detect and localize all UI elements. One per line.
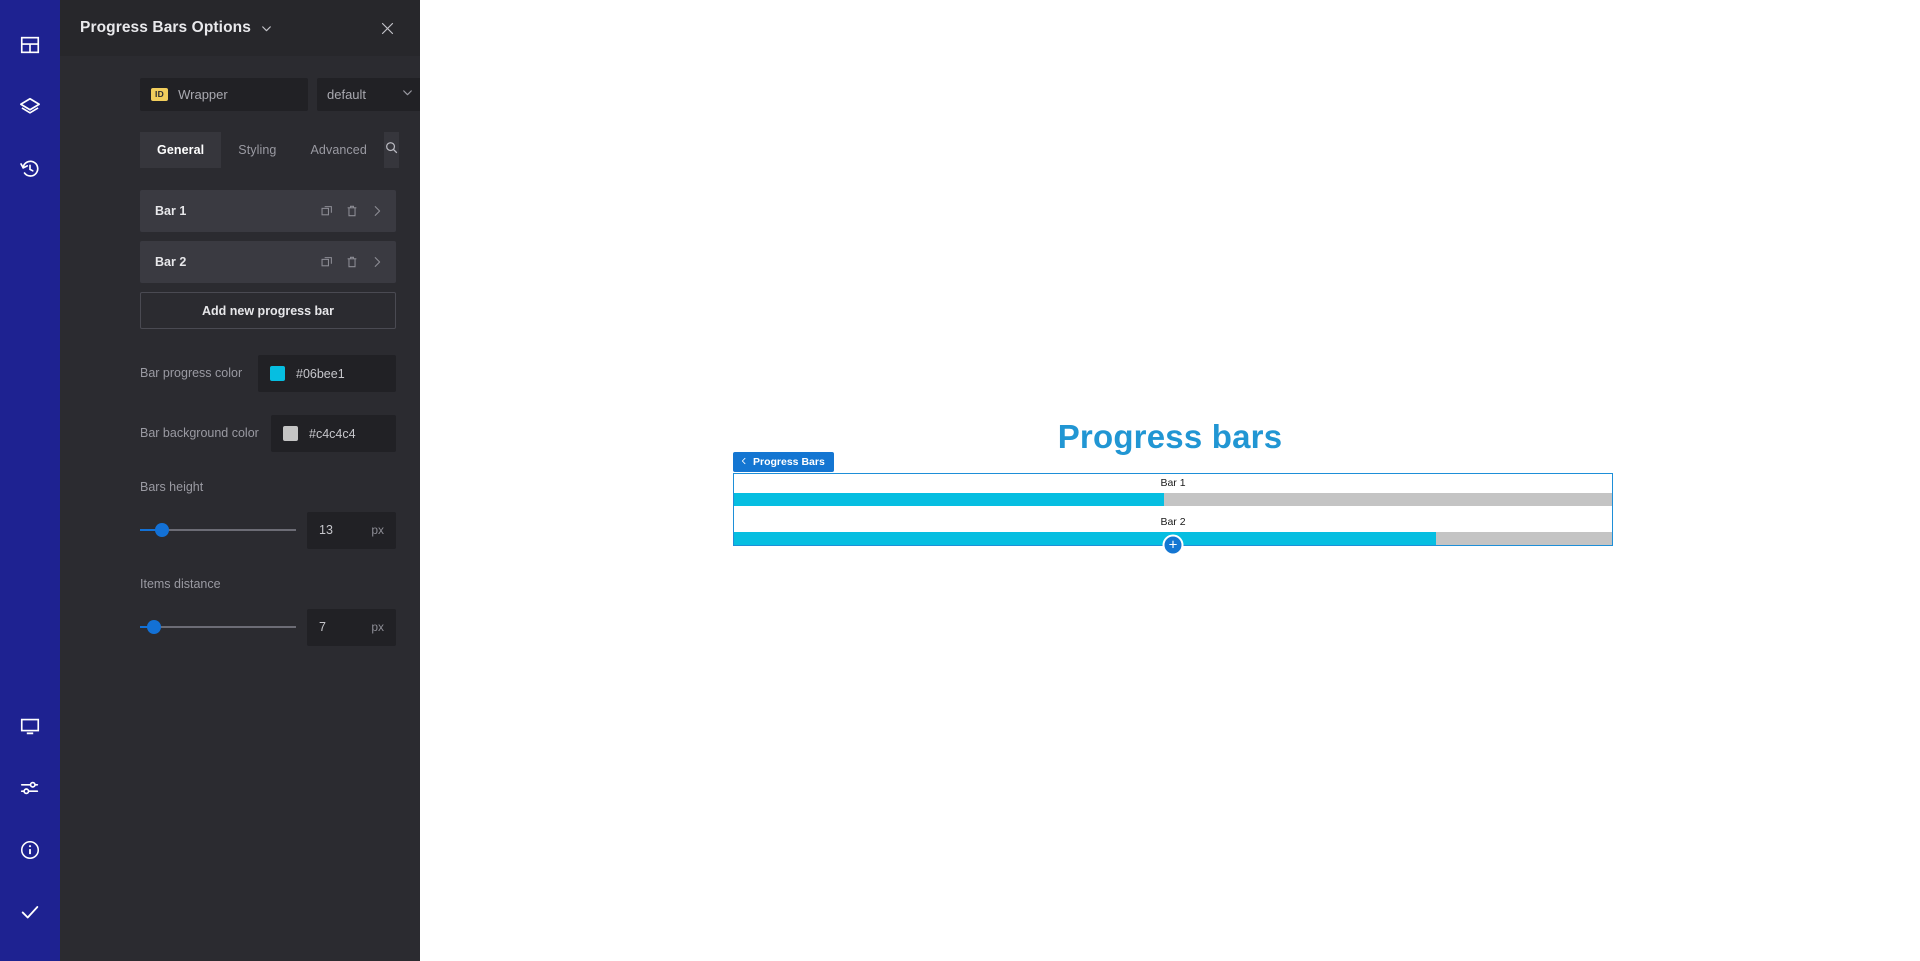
history-icon xyxy=(19,158,41,180)
progress-bar-fill xyxy=(734,532,1437,545)
duplicate-icon[interactable] xyxy=(320,255,334,269)
items-distance-slider[interactable] xyxy=(140,617,296,637)
bars-height-block: Bars height 13 px xyxy=(140,479,396,549)
tab-styling[interactable]: Styling xyxy=(221,132,293,168)
rail-item-apply[interactable] xyxy=(0,881,60,943)
bar-background-color-value: #c4c4c4 xyxy=(309,426,356,441)
identifier-row: ID Wrapper default xyxy=(60,56,420,111)
add-progress-bar-button[interactable]: Add new progress bar xyxy=(140,292,396,329)
bar-progress-color-field[interactable]: #06bee1 xyxy=(258,355,396,392)
progress-bar-group: Bar 2 + xyxy=(734,513,1612,556)
bar-background-color-field[interactable]: #c4c4c4 xyxy=(271,415,396,452)
check-icon xyxy=(19,901,41,923)
id-badge: ID xyxy=(151,88,169,101)
search-button[interactable] xyxy=(383,132,399,168)
element-id-field[interactable]: ID Wrapper xyxy=(140,78,308,111)
progress-bar-group: Bar 1 xyxy=(734,474,1612,506)
tab-styling-label: Styling xyxy=(238,143,277,157)
list-item-label: Bar 2 xyxy=(155,255,187,269)
bars-height-unit: px xyxy=(371,523,384,538)
bars-height-label: Bars height xyxy=(140,480,204,494)
bar-background-color-label: Bar background color xyxy=(140,426,259,441)
bars-height-value: 13 xyxy=(319,523,333,538)
chevron-down-icon[interactable] xyxy=(260,22,273,35)
rail-item-history[interactable] xyxy=(0,138,60,200)
bar-background-color-row: Bar background color #c4c4c4 xyxy=(140,415,396,452)
delete-icon[interactable] xyxy=(345,255,359,269)
panel-tabs: General Styling Advanced xyxy=(140,132,399,168)
panel-body: ID Wrapper default General Styling Advan… xyxy=(60,56,420,961)
duplicate-icon[interactable] xyxy=(320,204,334,218)
items-distance-value: 7 xyxy=(319,620,326,635)
selected-element-badge-label: Progress Bars xyxy=(753,456,825,468)
items-distance-unit: px xyxy=(371,620,384,635)
rail-item-responsive[interactable] xyxy=(0,695,60,757)
rail-bottom-group xyxy=(0,695,60,961)
items-distance-input[interactable]: 7 px xyxy=(307,608,396,646)
delete-icon[interactable] xyxy=(345,204,359,218)
progress-bar-items-list: Bar 1 Bar 2 xyxy=(140,190,396,283)
page-title: Progress Bars Options xyxy=(80,19,251,36)
bar-progress-color-value: #06bee1 xyxy=(296,366,345,381)
rail-item-info[interactable] xyxy=(0,819,60,881)
chevron-right-icon[interactable] xyxy=(370,255,384,269)
color-swatch[interactable] xyxy=(270,366,285,381)
rail-item-settings[interactable] xyxy=(0,757,60,819)
layout-icon xyxy=(19,34,41,56)
progress-bar-track xyxy=(734,493,1612,506)
rail-item-layers[interactable] xyxy=(0,76,60,138)
search-icon xyxy=(384,140,399,160)
slider-thumb[interactable] xyxy=(154,523,169,538)
preview-canvas: Progress bars Progress Bars Bar 1 Bar 2 xyxy=(420,0,1920,961)
items-distance-block: Items distance 7 px xyxy=(140,576,396,646)
element-id-value: Wrapper xyxy=(178,87,228,102)
progress-bar-label: Bar 2 xyxy=(1160,516,1186,528)
chevron-right-icon[interactable] xyxy=(370,204,384,218)
list-item-actions xyxy=(320,255,384,269)
chevron-down-icon xyxy=(401,86,414,104)
close-icon[interactable] xyxy=(376,17,398,39)
add-element-button[interactable]: + xyxy=(1162,534,1184,556)
panel-header: Progress Bars Options xyxy=(60,0,420,56)
rail-top-group xyxy=(0,0,60,200)
items-distance-control: 7 px xyxy=(140,608,396,646)
list-item-actions xyxy=(320,204,384,218)
tab-advanced[interactable]: Advanced xyxy=(293,132,383,168)
preset-select[interactable]: default xyxy=(317,78,420,111)
chevron-left-icon xyxy=(740,456,748,468)
items-distance-label: Items distance xyxy=(140,576,221,591)
list-item[interactable]: Bar 1 xyxy=(140,190,396,232)
monitor-icon xyxy=(19,715,41,737)
left-icon-rail xyxy=(0,0,60,961)
color-swatch[interactable] xyxy=(283,426,298,441)
selected-element-badge[interactable]: Progress Bars xyxy=(733,452,834,472)
app-root: Progress Bars Options ID Wrapper default… xyxy=(0,0,1920,961)
tab-general[interactable]: General xyxy=(140,132,222,168)
progress-bar-fill xyxy=(734,493,1165,506)
slider-thumb[interactable] xyxy=(147,620,162,635)
bar-progress-color-label: Bar progress color xyxy=(140,366,243,381)
bar-progress-color-row: Bar progress color #06bee1 xyxy=(140,355,396,392)
bars-height-slider[interactable] xyxy=(140,520,296,540)
list-item-label: Bar 1 xyxy=(155,204,187,218)
bars-height-input[interactable]: 13 px xyxy=(307,511,396,549)
preview-heading: Progress bars xyxy=(1057,418,1283,455)
bars-height-control: 13 px xyxy=(140,511,396,549)
slider-track xyxy=(140,626,296,629)
info-icon xyxy=(19,839,41,861)
plus-icon: + xyxy=(1168,536,1178,554)
add-progress-bar-label: Add new progress bar xyxy=(202,303,334,318)
options-panel: Progress Bars Options ID Wrapper default… xyxy=(60,0,420,961)
preset-value: default xyxy=(327,87,367,102)
list-item[interactable]: Bar 2 xyxy=(140,241,396,283)
rail-item-layout[interactable] xyxy=(0,14,60,76)
tab-general-label: General xyxy=(157,143,205,157)
settings-sliders-icon xyxy=(19,777,41,799)
layers-icon xyxy=(19,96,41,118)
progress-bars-widget[interactable]: Bar 1 Bar 2 + xyxy=(733,473,1613,556)
progress-bar-track: + xyxy=(734,532,1612,556)
tab-advanced-label: Advanced xyxy=(310,143,367,157)
progress-bar-label: Bar 1 xyxy=(1160,477,1186,489)
